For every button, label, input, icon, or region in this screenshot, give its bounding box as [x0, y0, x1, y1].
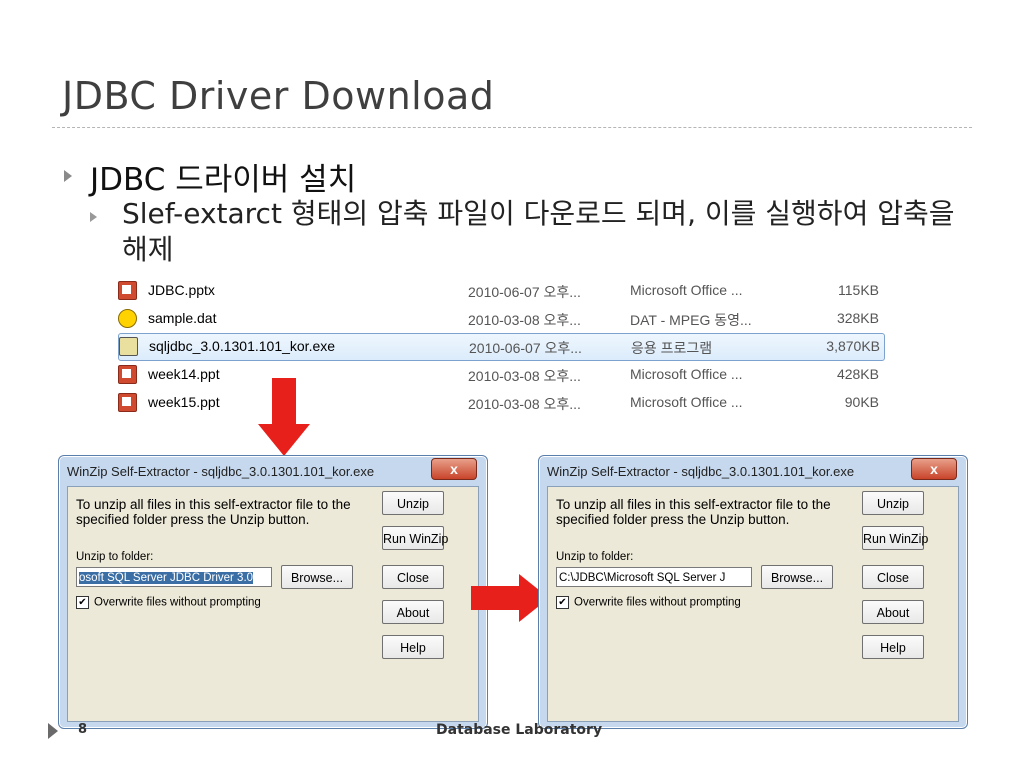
- checkbox-checked-icon[interactable]: ✔: [76, 596, 89, 609]
- footer-text: Database Laboratory: [436, 722, 603, 738]
- about-button[interactable]: About: [382, 600, 444, 624]
- slide-title: JDBC Driver Download: [62, 74, 495, 118]
- run-winzip-button[interactable]: Run WinZip: [862, 526, 928, 550]
- arrow-down-icon: [272, 378, 296, 424]
- file-row-selected[interactable]: sqljdbc_3.0.1301.101_kor.exe 2010-06-07 …: [118, 333, 885, 361]
- checkbox-checked-icon[interactable]: ✔: [556, 596, 569, 609]
- browse-button[interactable]: Browse...: [761, 565, 833, 589]
- dialog-message: To unzip all files in this self-extracto…: [556, 497, 831, 527]
- overwrite-label: Overwrite files without prompting: [94, 596, 261, 609]
- pptx-file-icon: [118, 281, 137, 300]
- arrow-right-icon: [471, 586, 519, 610]
- dat-file-icon: [118, 309, 137, 328]
- unzip-folder-value: osoft SQL Server JDBC Driver 3.0: [79, 572, 254, 584]
- bullet-level1: JDBC 드라이버 설치: [90, 162, 357, 198]
- page-number: 8: [78, 722, 88, 737]
- help-button[interactable]: Help: [862, 635, 924, 659]
- winzip-dialog-before: WinZip Self-Extractor - sqljdbc_3.0.1301…: [58, 455, 488, 729]
- file-name: week14.ppt: [148, 366, 220, 382]
- bullet-triangle-icon: [90, 212, 97, 222]
- unzip-folder-input[interactable]: C:\JDBC\Microsoft SQL Server J: [556, 567, 752, 587]
- help-button[interactable]: Help: [382, 635, 444, 659]
- title-divider: [52, 127, 972, 128]
- file-name: sample.dat: [148, 310, 217, 326]
- file-type: Microsoft Office ...: [630, 394, 743, 410]
- file-type: Microsoft Office ...: [630, 282, 743, 298]
- file-date: 2010-03-08 오후...: [468, 396, 581, 412]
- bullet-triangle-icon: [64, 170, 72, 182]
- file-date: 2010-06-07 오후...: [469, 340, 582, 356]
- exe-file-icon: [119, 337, 138, 356]
- dialog-title: WinZip Self-Extractor - sqljdbc_3.0.1301…: [547, 464, 855, 479]
- file-size: 328KB: [836, 310, 879, 326]
- file-date: 2010-03-08 오후...: [468, 368, 581, 384]
- arrow-down-head-icon: [258, 424, 310, 456]
- dialog-close-button[interactable]: x: [431, 458, 477, 480]
- file-date: 2010-06-07 오후...: [468, 284, 581, 300]
- dialog-title: WinZip Self-Extractor - sqljdbc_3.0.1301…: [67, 464, 375, 479]
- ppt-file-icon: [118, 393, 137, 412]
- unzip-folder-label: Unzip to folder:: [76, 551, 154, 563]
- unzip-button[interactable]: Unzip: [382, 491, 444, 515]
- file-name: week15.ppt: [148, 394, 220, 410]
- file-row[interactable]: JDBC.pptx 2010-06-07 오후... Microsoft Off…: [118, 278, 883, 304]
- run-winzip-button[interactable]: Run WinZip: [382, 526, 448, 550]
- about-button[interactable]: About: [862, 600, 924, 624]
- file-row[interactable]: week14.ppt 2010-03-08 오후... Microsoft Of…: [118, 362, 883, 388]
- file-type: Microsoft Office ...: [630, 366, 743, 382]
- ppt-file-icon: [118, 365, 137, 384]
- file-type: DAT - MPEG 동영...: [630, 312, 752, 328]
- unzip-button[interactable]: Unzip: [862, 491, 924, 515]
- unzip-folder-label: Unzip to folder:: [556, 551, 634, 563]
- unzip-folder-input[interactable]: osoft SQL Server JDBC Driver 3.0: [76, 567, 272, 587]
- file-size: 115KB: [838, 282, 879, 298]
- close-button[interactable]: Close: [382, 565, 444, 589]
- file-row[interactable]: week15.ppt 2010-03-08 오후... Microsoft Of…: [118, 390, 883, 416]
- close-button[interactable]: Close: [862, 565, 924, 589]
- overwrite-label: Overwrite files without prompting: [574, 596, 741, 609]
- overwrite-checkbox[interactable]: ✔ Overwrite files without prompting: [76, 596, 261, 609]
- unzip-folder-value: C:\JDBC\Microsoft SQL Server J: [559, 572, 726, 584]
- dialog-message: To unzip all files in this self-extracto…: [76, 497, 351, 527]
- dialog-close-button[interactable]: x: [911, 458, 957, 480]
- file-row[interactable]: sample.dat 2010-03-08 오후... DAT - MPEG 동…: [118, 306, 883, 332]
- bullet-level2: Slef-extarct 형태의 압축 파일이 다운로드 되며, 이를 실행하여…: [122, 197, 955, 266]
- file-name: JDBC.pptx: [148, 282, 215, 298]
- file-size: 90KB: [844, 394, 879, 410]
- file-name: sqljdbc_3.0.1301.101_kor.exe: [149, 338, 336, 354]
- file-list: JDBC.pptx 2010-06-07 오후... Microsoft Off…: [118, 278, 898, 416]
- file-size: 3,870KB: [826, 338, 880, 354]
- footer-triangle-icon: [48, 723, 58, 739]
- file-type: 응용 프로그램: [631, 340, 713, 356]
- winzip-dialog-after: WinZip Self-Extractor - sqljdbc_3.0.1301…: [538, 455, 968, 729]
- overwrite-checkbox[interactable]: ✔ Overwrite files without prompting: [556, 596, 741, 609]
- dialog-body: To unzip all files in this self-extracto…: [67, 486, 479, 722]
- dialog-body: To unzip all files in this self-extracto…: [547, 486, 959, 722]
- file-date: 2010-03-08 오후...: [468, 312, 581, 328]
- browse-button[interactable]: Browse...: [281, 565, 353, 589]
- file-size: 428KB: [836, 366, 879, 382]
